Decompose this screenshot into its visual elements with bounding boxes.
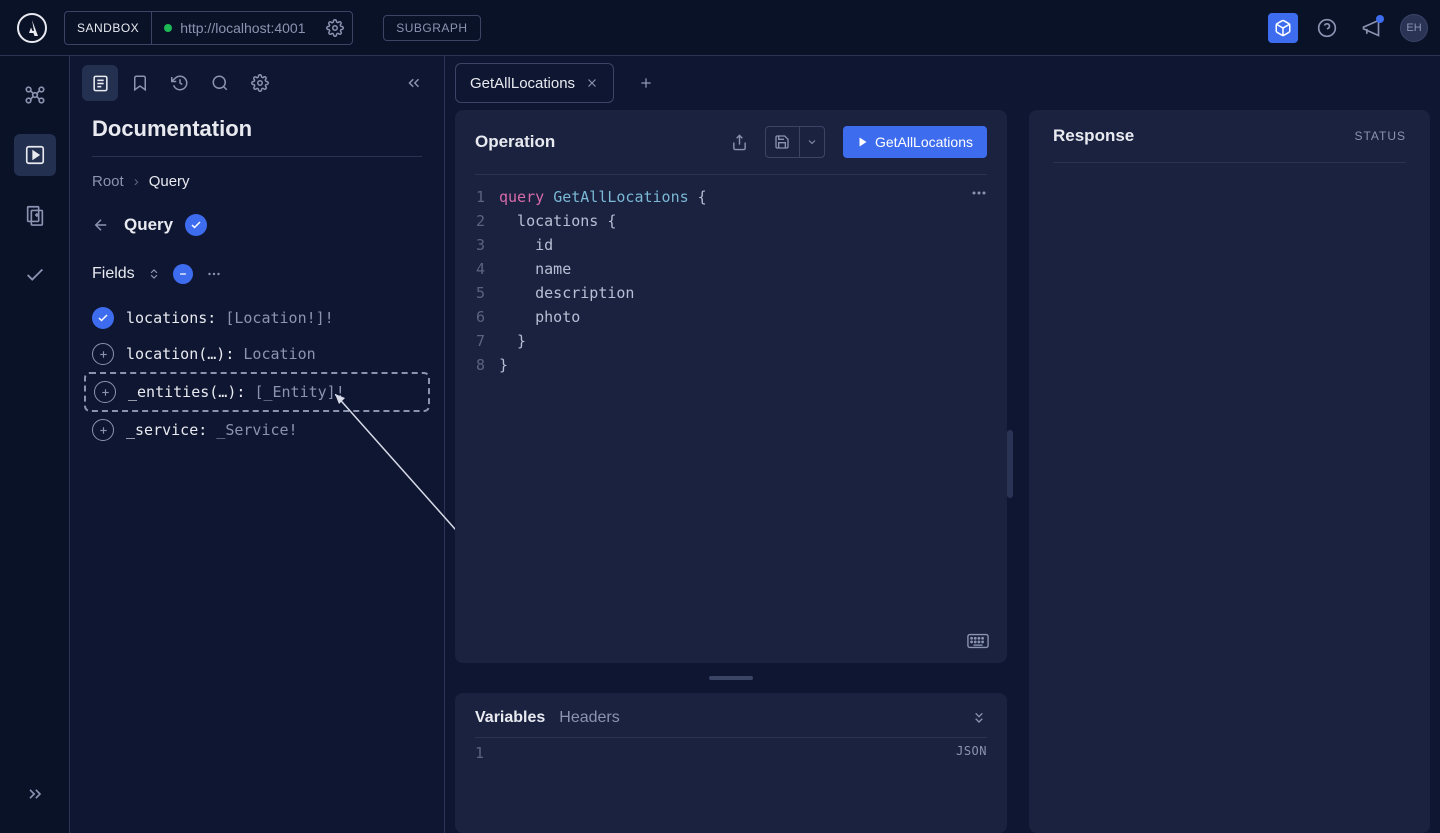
save-icon[interactable] (766, 127, 800, 157)
breadcrumb-current: Query (149, 173, 190, 190)
scrollbar-thumb[interactable] (1007, 430, 1013, 498)
keyboard-shortcuts-icon[interactable] (967, 633, 989, 649)
operation-editor[interactable]: 12345678 query GetAllLocations { locatio… (455, 175, 1007, 663)
save-button-group (765, 126, 825, 158)
headers-tab[interactable]: Headers (559, 709, 619, 727)
diff-nav-icon[interactable] (14, 194, 56, 236)
operation-panel: Operation (455, 110, 1007, 663)
status-label: STATUS (1354, 129, 1406, 143)
code-content[interactable]: query GetAllLocations { locations { id n… (499, 185, 1007, 653)
expand-rail-icon[interactable] (14, 773, 56, 815)
field-row-location[interactable]: location(…): Location (84, 336, 430, 372)
search-icon[interactable] (202, 65, 238, 101)
fields-heading: Fields (92, 265, 135, 283)
endpoint-settings-icon[interactable] (326, 19, 344, 37)
page-title: Query (124, 215, 173, 235)
announcement-icon[interactable] (1356, 13, 1386, 43)
breadcrumb-root[interactable]: Root (92, 173, 124, 190)
field-row-service[interactable]: _service: _Service! (84, 412, 430, 448)
variables-gutter: 1 (475, 744, 505, 762)
operation-tabs: GetAllLocations (445, 56, 1440, 110)
operation-title: Operation (475, 132, 715, 152)
checks-nav-icon[interactable] (14, 254, 56, 296)
schema-nav-icon[interactable] (14, 74, 56, 116)
explorer-nav-icon[interactable] (14, 134, 56, 176)
tab-label: GetAllLocations (470, 75, 575, 92)
field-list: locations: [Location!]! location(…): Loc… (70, 294, 444, 454)
variables-editor[interactable]: 1 JSON (455, 738, 1007, 768)
center-area: GetAllLocations Operation (445, 56, 1440, 833)
endpoint-url[interactable]: http://localhost:4001 (180, 20, 318, 36)
deselect-all-icon[interactable] (173, 264, 193, 284)
breadcrumb: Root › Query (70, 157, 444, 206)
doc-view-icon[interactable] (82, 65, 118, 101)
endpoint-selector[interactable]: SANDBOX http://localhost:4001 (64, 11, 353, 45)
field-toggle-checked-icon[interactable] (92, 307, 114, 329)
left-rail (0, 56, 70, 833)
save-dropdown-icon[interactable] (800, 127, 824, 157)
field-row-entities[interactable]: _entities(…): [_Entity]! (84, 372, 430, 412)
help-icon[interactable] (1312, 13, 1342, 43)
collapse-panel-icon[interactable] (971, 710, 987, 726)
new-tab-icon[interactable] (628, 65, 664, 101)
sandbox-label: SANDBOX (65, 12, 152, 44)
selected-badge-icon[interactable] (185, 214, 207, 236)
collapse-sidebar-icon[interactable] (396, 65, 432, 101)
json-format-label: JSON (956, 744, 987, 762)
more-options-icon[interactable] (205, 265, 223, 283)
chevron-right-icon: › (134, 173, 139, 190)
response-title: Response (1053, 126, 1354, 146)
schema-box-icon[interactable] (1268, 13, 1298, 43)
connection-status-dot (164, 24, 172, 32)
share-icon[interactable] (725, 127, 755, 157)
sort-icon[interactable] (147, 267, 161, 281)
user-avatar[interactable]: EH (1400, 14, 1428, 42)
variables-panel: Variables Headers 1 JSON (455, 693, 1007, 833)
run-button-label: GetAllLocations (875, 134, 973, 150)
back-arrow-icon[interactable] (92, 216, 112, 234)
history-icon[interactable] (162, 65, 198, 101)
subgraph-tag: SUBGRAPH (383, 15, 480, 41)
top-bar: SANDBOX http://localhost:4001 SUBGRAPH E… (0, 0, 1440, 56)
field-toggle-add-icon[interactable] (92, 343, 114, 365)
tab-getalllocations[interactable]: GetAllLocations (455, 63, 614, 103)
run-operation-button[interactable]: GetAllLocations (843, 126, 987, 158)
field-toggle-add-icon[interactable] (94, 381, 116, 403)
settings-icon[interactable] (242, 65, 278, 101)
variables-tab[interactable]: Variables (475, 709, 545, 727)
field-toggle-add-icon[interactable] (92, 419, 114, 441)
bookmark-icon[interactable] (122, 65, 158, 101)
response-panel: Response STATUS (1029, 110, 1430, 833)
close-icon[interactable] (585, 76, 599, 90)
field-row-locations[interactable]: locations: [Location!]! (84, 300, 430, 336)
line-gutter: 12345678 (455, 185, 499, 653)
documentation-sidebar: Documentation Root › Query Query Fields (70, 56, 445, 833)
editor-more-icon[interactable] (969, 183, 989, 203)
apollo-logo[interactable] (12, 8, 52, 48)
documentation-title: Documentation (70, 110, 444, 156)
resize-handle[interactable] (455, 675, 1007, 681)
